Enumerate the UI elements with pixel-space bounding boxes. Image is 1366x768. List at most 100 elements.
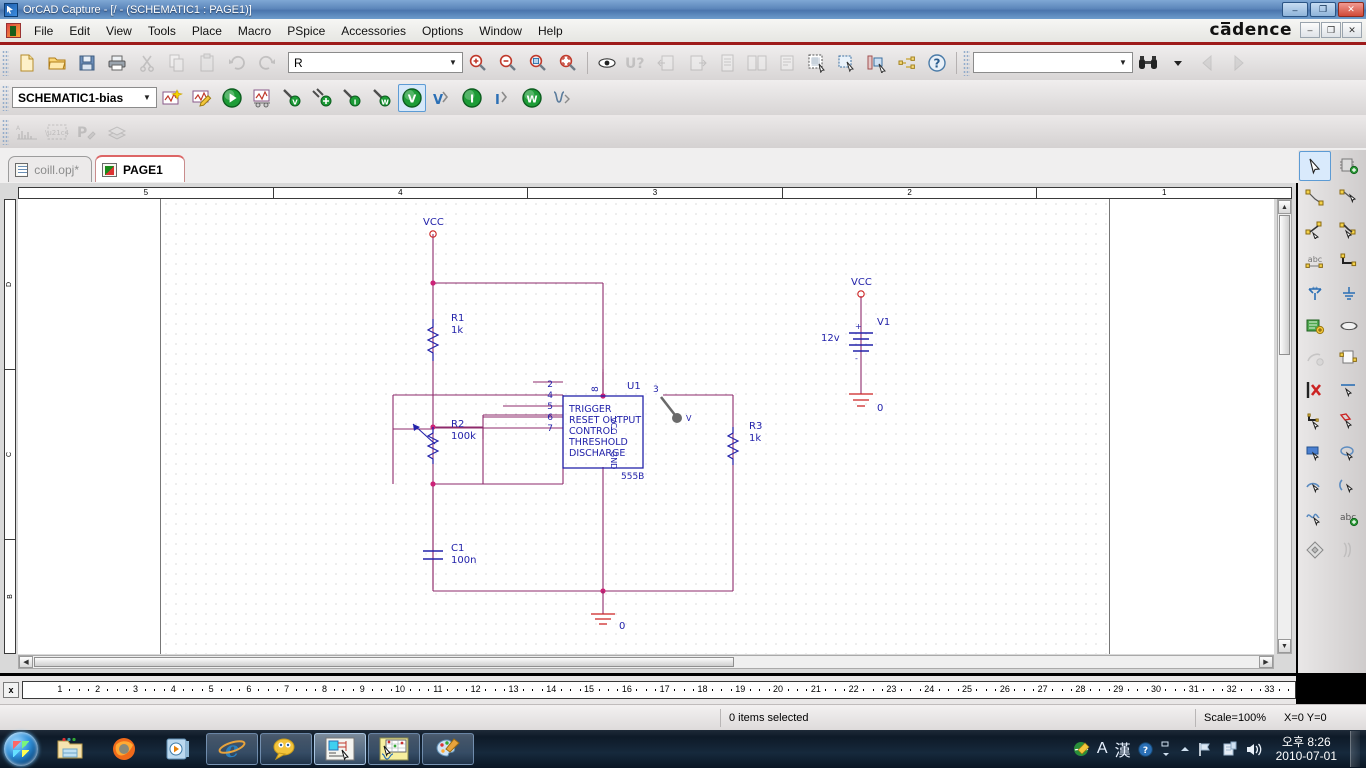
menu-edit[interactable]: Edit [61, 21, 98, 41]
vertical-scrollbar[interactable]: ▲ ▼ [1277, 199, 1292, 654]
place-arc-icon[interactable] [1299, 471, 1331, 501]
volume-icon[interactable] [1245, 742, 1263, 757]
place-bus-icon[interactable] [1299, 215, 1331, 245]
place-hierarchical-pin-icon[interactable] [1333, 343, 1365, 373]
menu-help[interactable]: Help [530, 21, 571, 41]
close-ruler-icon[interactable]: x [3, 682, 19, 698]
show-desktop-button[interactable] [1350, 731, 1360, 767]
toggle-current-display-icon[interactable]: I [488, 84, 516, 112]
place-hierarchical-block-icon[interactable] [1333, 311, 1365, 341]
pspice-toolbar-grip[interactable] [2, 84, 9, 111]
mdi-close-button[interactable]: ✕ [1342, 22, 1362, 38]
part-search-combo[interactable]: R ▼ [288, 52, 463, 73]
next-icon[interactable] [1224, 49, 1252, 77]
toolbar-grip[interactable] [2, 49, 9, 76]
zoom-out-icon[interactable] [494, 49, 522, 77]
place-net-alias-icon[interactable] [1333, 183, 1365, 213]
zoom-area-icon[interactable] [524, 49, 552, 77]
enable-bias-current-display-icon[interactable]: I [458, 84, 486, 112]
zoom-all-icon[interactable] [554, 49, 582, 77]
select-tool-icon[interactable] [1299, 151, 1331, 181]
zoom-in-icon[interactable] [464, 49, 492, 77]
export-icon[interactable] [683, 49, 711, 77]
place-elliptical-arc-icon[interactable] [1333, 471, 1365, 501]
model-editor-icon[interactable]: \u21c4 [43, 118, 71, 146]
toolbar-grip-2[interactable] [963, 49, 970, 76]
netlist-icon[interactable] [773, 49, 801, 77]
place-rectangle-icon[interactable] [1333, 407, 1365, 437]
previous-icon[interactable] [1194, 49, 1222, 77]
backannotate-icon[interactable] [653, 49, 681, 77]
place-ellipse-icon[interactable] [1333, 439, 1365, 469]
internet-explorer-window[interactable]: e [206, 733, 258, 765]
enable-power-display-icon[interactable]: W [518, 84, 546, 112]
mdi-restore-button[interactable]: ❐ [1321, 22, 1341, 38]
redo-icon[interactable] [253, 49, 281, 77]
power-marker-icon[interactable]: W [368, 84, 396, 112]
binoculars-icon[interactable] [1134, 49, 1162, 77]
library-icon[interactable] [103, 118, 131, 146]
place-picture-icon[interactable] [1299, 535, 1331, 565]
ime-help-icon[interactable]: ? [1137, 741, 1153, 757]
view-simulation-results-icon[interactable] [248, 84, 276, 112]
probe-window-icon[interactable]: A [13, 118, 41, 146]
hierarchy-icon[interactable] [893, 49, 921, 77]
network-icon[interactable] [1198, 742, 1215, 757]
chevron-down-icon-3[interactable]: ▼ [140, 89, 154, 106]
pspice-window[interactable] [368, 733, 420, 765]
place-no-connect-icon[interactable] [1299, 375, 1331, 405]
orcad-capture-window[interactable] [314, 733, 366, 765]
search-combo[interactable]: ▼ [973, 52, 1133, 73]
action-center-icon[interactable] [1222, 741, 1238, 757]
place-net-alias-abc-icon[interactable]: abc [1299, 247, 1331, 277]
menu-place[interactable]: Place [184, 21, 230, 41]
schematic-sheet[interactable]: VCC R1 1k R2 100k C1 100n U1 555B 8 VCC … [160, 199, 1110, 654]
stimulus-editor-icon[interactable]: P [73, 118, 101, 146]
menu-window[interactable]: Window [471, 21, 530, 41]
close-button[interactable]: ✕ [1338, 2, 1364, 17]
place-wire-icon[interactable] [1299, 183, 1331, 213]
messenger-window[interactable] [260, 733, 312, 765]
menu-tools[interactable]: Tools [140, 21, 184, 41]
clock[interactable]: 오후 8:26 2010-07-01 [1270, 735, 1343, 763]
media-player-icon[interactable] [152, 733, 204, 765]
place-junction-icon[interactable] [1333, 215, 1365, 245]
scroll-right-icon[interactable]: ▶ [1259, 656, 1273, 668]
menu-options[interactable]: Options [414, 21, 471, 41]
undo-icon[interactable] [223, 49, 251, 77]
project-manager-icon[interactable] [863, 49, 891, 77]
place-bezier-icon[interactable] [1299, 503, 1331, 533]
mdi-minimize-button[interactable]: – [1300, 22, 1320, 38]
voltage-marker-icon[interactable]: V [278, 84, 306, 112]
place-text-icon[interactable]: abc [1333, 503, 1365, 533]
place-power-icon[interactable]: ** [1299, 279, 1331, 309]
voltage-differential-marker-icon[interactable] [308, 84, 336, 112]
menu-file[interactable]: File [26, 21, 61, 41]
ime-pad-icon[interactable] [1073, 741, 1090, 757]
annotate-icon[interactable]: U? [623, 49, 651, 77]
scroll-left-icon[interactable]: ◀ [19, 656, 33, 668]
ime-language-indicator[interactable]: A [1097, 740, 1108, 758]
place-line-icon[interactable] [1333, 375, 1365, 405]
toggle-voltage-display-icon[interactable]: V [428, 84, 456, 112]
new-simulation-profile-icon[interactable] [158, 84, 186, 112]
scroll-up-icon[interactable]: ▲ [1278, 200, 1291, 214]
open-icon[interactable] [43, 49, 71, 77]
search-dropdown-icon[interactable] [1164, 49, 1192, 77]
place-ground-icon[interactable] [1333, 279, 1365, 309]
third-toolbar-grip[interactable] [2, 118, 9, 145]
paint-window[interactable] [422, 733, 474, 765]
enable-bias-voltage-display-icon[interactable]: V [398, 83, 426, 112]
minimize-button[interactable]: – [1282, 2, 1308, 17]
schematic-drawing[interactable]: VCC R1 1k R2 100k C1 100n U1 555B 8 VCC … [161, 199, 1111, 654]
menu-pspice[interactable]: PSpice [279, 21, 333, 41]
place-bus-entry-icon[interactable] [1333, 247, 1365, 277]
drc-icon[interactable] [743, 49, 771, 77]
maximize-button[interactable]: ❐ [1310, 2, 1336, 17]
bom-icon[interactable] [713, 49, 741, 77]
ime-mode-indicator[interactable]: 漢 [1115, 737, 1131, 761]
chevron-down-icon[interactable]: ▼ [446, 54, 460, 71]
place-hierarchical-port-icon[interactable] [1299, 343, 1331, 373]
horizontal-scroll-thumb[interactable] [34, 657, 734, 667]
show-hidden-icons-icon[interactable] [1179, 743, 1191, 755]
